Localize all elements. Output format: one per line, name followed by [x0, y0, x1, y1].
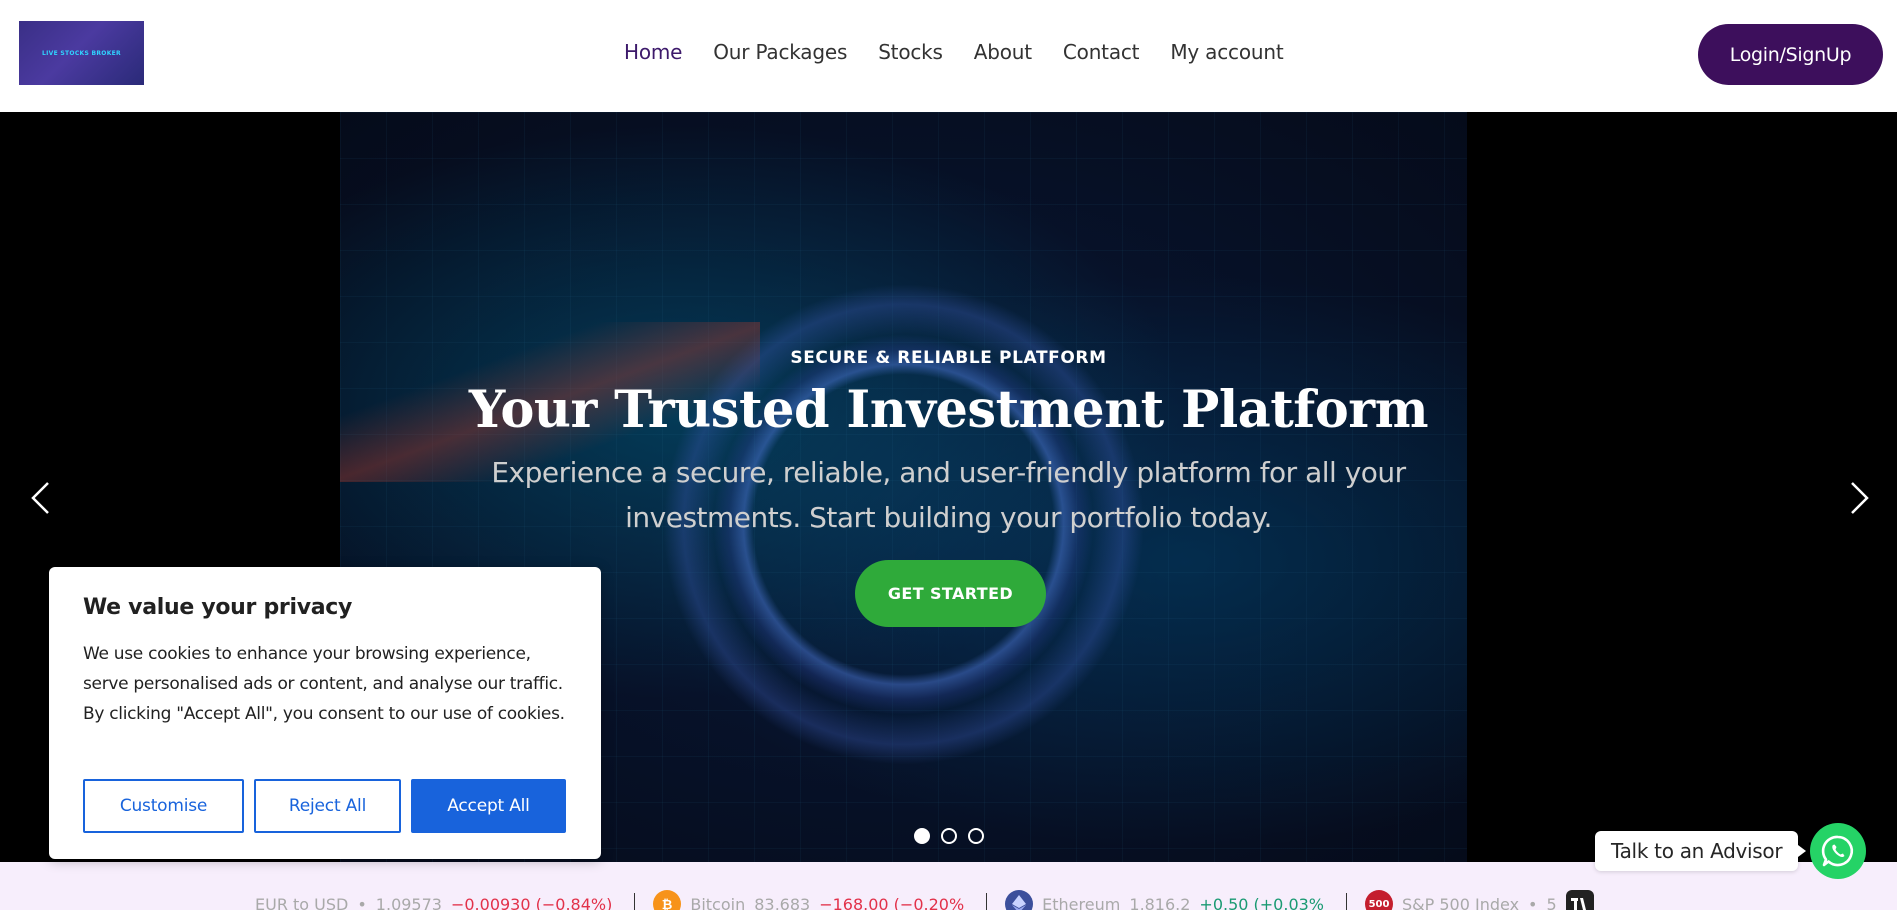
slider-dot-3[interactable]: [968, 828, 984, 844]
nav-my-account[interactable]: My account: [1170, 40, 1283, 64]
login-signup-button[interactable]: Login/SignUp: [1698, 24, 1883, 85]
ticker-change: −168.00 (−0.20%: [819, 894, 965, 910]
ticker-price: 83,683: [754, 894, 811, 910]
ticker-name: S&P 500 Index: [1402, 894, 1520, 910]
ticker-track: EUR to USD • 1.09573 −0.00930 (−0.84%) ₿…: [255, 890, 1616, 910]
cookie-consent-banner: We value your privacy We use cookies to …: [49, 567, 601, 859]
ticker-price: 1.09573: [375, 894, 442, 910]
cookie-actions: Customise Reject All Accept All: [83, 779, 566, 833]
nav-about[interactable]: About: [974, 40, 1032, 64]
ticker-divider: [986, 893, 988, 910]
bitcoin-icon: ₿: [653, 890, 682, 910]
ticker-name: Bitcoin: [690, 894, 746, 910]
slider-prev-button[interactable]: [22, 468, 58, 528]
talk-to-advisor-label[interactable]: Talk to an Advisor: [1595, 831, 1807, 871]
cookie-title: We value your privacy: [83, 595, 353, 620]
chevron-right-icon: [1851, 482, 1869, 514]
tradingview-icon[interactable]: [1565, 890, 1594, 910]
reject-all-button[interactable]: Reject All: [254, 779, 401, 833]
ticker-name: Ethereum: [1042, 894, 1121, 910]
sp500-icon: 500: [1365, 890, 1393, 910]
ticker-item[interactable]: ₿ Bitcoin 83,683 −168.00 (−0.20%: [653, 890, 986, 910]
ticker-divider: [634, 893, 636, 910]
svg-text:₿: ₿: [662, 898, 673, 910]
ethereum-icon: [1005, 890, 1034, 910]
ticker-bullet: •: [357, 894, 367, 910]
ticker-divider: [1346, 893, 1347, 910]
whatsapp-icon: [1821, 835, 1854, 867]
logo-wordmark: LIVE STOCKS BROKER: [42, 49, 121, 57]
site-header: LIVE STOCKS BROKER Home Our Packages Sto…: [0, 0, 1897, 112]
hero-headline: Your Trusted Investment Platform: [468, 380, 1429, 440]
ticker-change: −0.00930 (−0.84%): [450, 894, 613, 910]
chevron-left-icon: [31, 482, 49, 514]
site-logo[interactable]: LIVE STOCKS BROKER: [19, 21, 144, 85]
hero-eyebrow: SECURE & RELIABLE PLATFORM: [790, 348, 1107, 368]
ticker-item[interactable]: EUR to USD • 1.09573 −0.00930 (−0.84%): [255, 895, 634, 910]
get-started-button[interactable]: GET STARTED: [855, 560, 1046, 627]
ticker-price: 5: [1546, 894, 1557, 910]
logo-text: LIVE STOCKS BROKER: [42, 50, 121, 57]
whatsapp-button[interactable]: [1810, 823, 1866, 879]
ticker-change: +0.50 (+0.03%: [1199, 894, 1324, 910]
nav-contact[interactable]: Contact: [1063, 40, 1140, 64]
slider-pagination: [914, 828, 984, 844]
ticker-price: 1,816.2: [1129, 894, 1191, 910]
slider-dot-2[interactable]: [941, 828, 957, 844]
slider-next-button[interactable]: [1842, 468, 1878, 528]
nav-our-packages[interactable]: Our Packages: [713, 40, 847, 64]
ticker-item[interactable]: Ethereum 1,816.2 +0.50 (+0.03%: [1005, 890, 1346, 910]
accept-all-button[interactable]: Accept All: [411, 779, 566, 833]
cookie-description: We use cookies to enhance your browsing …: [83, 644, 565, 724]
ticker-bullet: •: [1528, 894, 1538, 910]
nav-home[interactable]: Home: [624, 40, 682, 64]
slider-dot-1[interactable]: [914, 828, 930, 844]
ticker-item[interactable]: 500 S&P 500 Index • 5: [1365, 890, 1616, 910]
main-nav: Home Our Packages Stocks About Contact M…: [624, 40, 1284, 64]
hero-subtext: Experience a secure, reliable, and user-…: [491, 456, 1406, 534]
customise-button[interactable]: Customise: [83, 779, 244, 833]
ticker-name: EUR to USD: [255, 894, 349, 910]
page: LIVE STOCKS BROKER Home Our Packages Sto…: [0, 0, 1897, 910]
nav-stocks[interactable]: Stocks: [878, 40, 943, 64]
